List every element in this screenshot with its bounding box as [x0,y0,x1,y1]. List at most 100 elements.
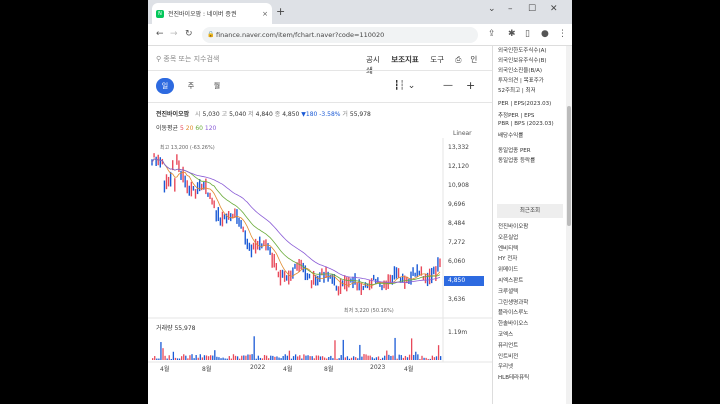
y-tick: 13,332 [448,144,469,151]
scrollbar[interactable] [566,46,572,404]
recent-item[interactable]: 오픈실업 [498,233,518,241]
volume-bar [433,357,436,360]
back-icon[interactable]: ← [156,29,164,39]
volume-bar [350,357,353,360]
volume-bar [406,357,409,360]
scrollbar-thumb[interactable] [567,106,571,226]
recent-item[interactable]: 코엑스 [498,330,513,338]
recent-item[interactable]: HLB테라퓨틱 [498,373,529,381]
menu-disclosure[interactable]: 공시 [366,55,380,64]
tab-strip: N 전진바이오팜 : 네이버 증권 × + ⌄ – ☐ ✕ [148,0,572,24]
volume-bar [326,358,328,360]
extensions-icon[interactable]: ✱ [508,29,516,39]
divider [148,102,492,103]
volume-bar [210,355,212,360]
tab-daily[interactable]: 일 [156,78,174,94]
stock-search-input[interactable]: ⚲ 종목 또는 지수검색 [156,54,219,64]
volume-bar [294,354,297,360]
price-chart[interactable] [148,138,492,404]
zoom-in-button[interactable]: + [466,79,475,92]
volume-bar [386,350,388,360]
ma-label: 이동평균 [156,125,179,132]
address-bar-row: ← → ↻ 🔒 finance.naver.com/item/fchart.na… [148,24,572,46]
new-tab-button[interactable]: + [276,5,285,18]
max-price-label: 최고 13,200 (-63.26%) [160,145,215,151]
menu-tools[interactable]: 도구 [430,55,444,64]
volume-bar [228,356,230,360]
volume-bar [255,358,257,360]
recent-item[interactable]: 우리넷 [498,362,513,370]
ma60-line [151,158,441,285]
x-tick: 4월 [160,366,170,373]
chart-tool-menu: 공시 보조지표 도구 ⎙인쇄 [366,54,492,76]
info-item: 배당수익률 [498,133,524,139]
info-item: PER | EPS(2023.03) [498,101,552,107]
share-icon[interactable]: ⇪ [488,29,496,39]
tab-title: 전진바이오팜 : 네이버 증권 [168,11,237,18]
close-window-icon[interactable]: ✕ [550,4,558,14]
volume-bar [247,354,249,360]
info-item: 동일업종 PER [498,148,531,154]
y-tick: 3,636 [448,296,466,303]
browser-tab[interactable]: N 전진바이오팜 : 네이버 증권 × [152,3,272,24]
browser-window: N 전진바이오팜 : 네이버 증권 × + ⌄ – ☐ ✕ ← → ↻ 🔒 fi… [148,0,572,404]
volume-bar [216,356,218,360]
zoom-out-button[interactable]: — [443,80,453,91]
volume-bar [357,358,359,360]
minimize-icon[interactable]: – [508,4,513,14]
tab-weekly[interactable]: 주 [182,78,200,94]
volume-bar [284,354,286,360]
scale-toggle[interactable]: Linear [453,130,472,137]
recent-item[interactable]: 퓨리언트 [498,341,518,349]
tab-search-icon[interactable]: ⌄ [488,4,496,14]
recent-item[interactable]: HY 전자 [498,254,517,262]
volume-bar [276,356,278,360]
recent-item[interactable]: 위메이드 [498,265,518,273]
url-field[interactable]: 🔒 finance.naver.com/item/fchart.naver?co… [202,27,478,43]
moving-average-legend[interactable]: 이동평균 5 20 60 120 [156,123,216,132]
volume-bar [367,355,369,360]
sidebar-icon[interactable]: ▯ [525,29,530,39]
volume-bar [384,355,386,360]
forward-icon[interactable]: → [170,29,178,39]
x-tick: 4월 [404,366,414,373]
volume-bar [183,354,185,360]
info-item: PBR | BPS (2023.03) [498,121,554,127]
volume-bar [239,358,241,360]
recent-item[interactable]: 엔비티텍 [498,244,518,252]
url-text: finance.naver.com/item/fchart.naver?code… [216,31,385,39]
volume-bar [400,355,402,360]
search-icon: ⚲ [156,55,162,63]
maximize-icon[interactable]: ☐ [528,4,536,14]
info-item: 투자의견 | 목표주가 [498,78,544,84]
naver-favicon-icon: N [156,9,164,18]
volume-bar [292,356,295,360]
recent-item[interactable]: 크루셜텍 [498,287,518,295]
volume-bar [348,358,351,360]
volume-bar [373,358,375,360]
reload-icon[interactable]: ↻ [185,29,193,39]
profile-avatar-icon[interactable]: ● [541,29,549,39]
recent-item[interactable]: 플라이스루노 [498,308,528,316]
menu-indicators[interactable]: 보조지표 [391,55,419,64]
low-value: 4,840 [255,111,273,118]
close-tab-icon[interactable]: × [262,10,268,18]
volume-bar [419,358,421,360]
volume-bar [263,354,266,360]
recent-item[interactable]: 인트비전 [498,352,518,360]
menu-icon[interactable]: ⋮ [558,29,567,39]
candlestick-type-icon[interactable]: ┇┆ ⌄ [394,81,415,91]
volume-bar [278,357,280,360]
volume-bar [251,354,253,360]
volume-bar [415,351,417,360]
recent-item[interactable]: 전진바이오팜 [498,222,528,230]
print-icon[interactable]: ⎙ [455,55,461,64]
x-tick: 2023 [370,364,386,371]
recent-item[interactable]: 씨엑스판트 [498,276,523,284]
volume-bar [390,355,392,360]
tab-monthly[interactable]: 월 [208,78,226,94]
recent-item[interactable]: 한솔바이오스 [498,319,528,327]
volume-bar [205,355,208,360]
volume-bar [257,355,259,360]
recent-item[interactable]: 그린생명과학 [498,298,528,306]
